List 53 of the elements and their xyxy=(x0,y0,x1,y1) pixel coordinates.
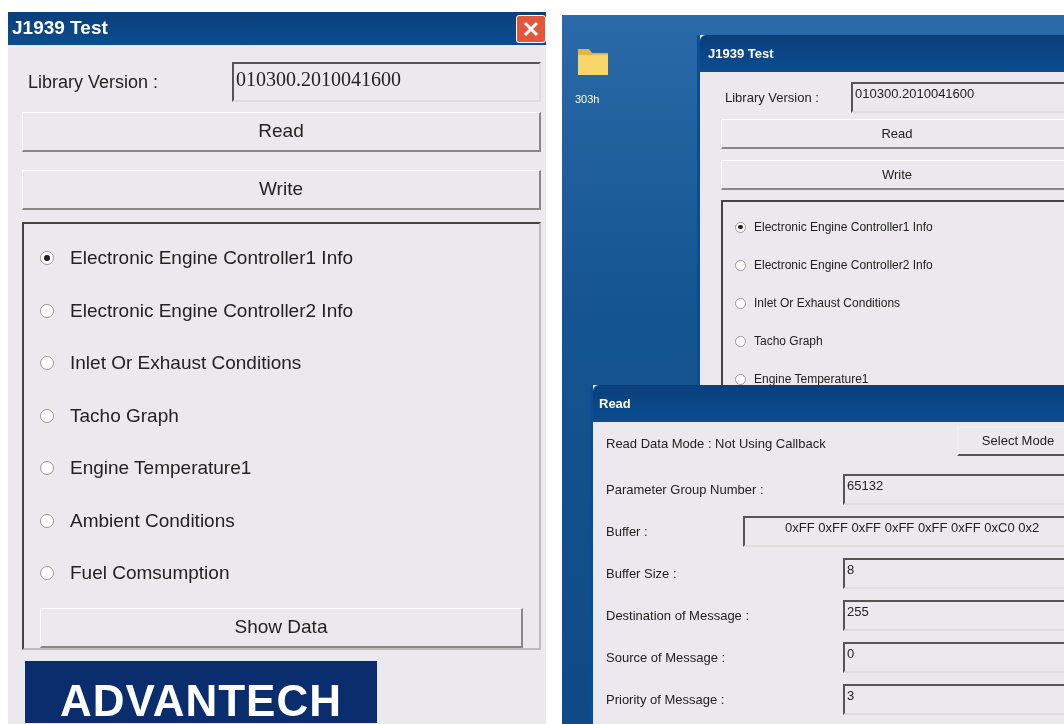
option-label: Electronic Engine Controller1 Info xyxy=(70,246,354,270)
window-title: Read xyxy=(599,394,631,413)
option-label: Engine Temperature1 xyxy=(70,456,252,480)
option-label: Ambient Conditions xyxy=(70,508,235,533)
input-field[interactable]: 0 xyxy=(843,642,1064,673)
radio-button[interactable] xyxy=(40,461,54,476)
radio-button[interactable] xyxy=(735,221,746,233)
radio-button[interactable] xyxy=(735,297,746,309)
field-label: Source of Message : xyxy=(606,648,727,667)
radio-button[interactable] xyxy=(40,566,54,581)
radio-button[interactable] xyxy=(40,251,54,266)
field-label: Library Version : xyxy=(27,70,160,94)
close-icon[interactable] xyxy=(516,14,546,43)
field-label: Buffer : xyxy=(606,522,649,541)
window-title: J1939 Test xyxy=(12,16,108,41)
select-mode-button[interactable]: Select Mode xyxy=(957,426,1064,456)
radio-button[interactable] xyxy=(40,408,54,423)
option-label: Tacho Graph xyxy=(70,403,179,428)
option-label: Inlet Or Exhaust Conditions xyxy=(754,295,901,312)
option-label: Electronic Engine Controller2 Info xyxy=(754,257,933,274)
show-data-button[interactable]: Show Data xyxy=(40,607,523,648)
mode-text: Read Data Mode : Not Using Callback xyxy=(606,435,826,453)
input-field[interactable]: 0xFF 0xFF 0xFF 0xFF 0xFF 0xFF 0xC0 0x2 xyxy=(743,516,1064,547)
window-title: J1939 Test xyxy=(708,44,774,63)
option-label: Tacho Graph xyxy=(754,333,823,350)
option-label: Engine Temperature1 xyxy=(754,371,869,388)
option-label: Electronic Engine Controller2 Info xyxy=(70,298,354,323)
field-label: Library Version : xyxy=(724,88,820,107)
input-field[interactable]: 255 xyxy=(843,600,1064,631)
radio-button[interactable] xyxy=(735,335,746,347)
write-button[interactable]: Write xyxy=(22,170,541,210)
field-label: Buffer Size : xyxy=(606,564,678,583)
radio-button[interactable] xyxy=(40,303,54,318)
version-field: 010300.2010041600 xyxy=(232,62,541,102)
radio-button[interactable] xyxy=(40,356,54,371)
option-label: Fuel Comsumption xyxy=(70,561,230,585)
version-field: 010300.2010041600 xyxy=(851,82,1064,113)
folder-label[interactable]: 303h xyxy=(575,91,600,108)
read-button[interactable]: Read xyxy=(22,112,541,152)
input-field[interactable]: 8 xyxy=(843,558,1064,589)
option-label: Electronic Engine Controller1 Info xyxy=(754,219,933,236)
input-field[interactable]: 65132 xyxy=(843,474,1064,505)
write-button[interactable]: Write xyxy=(721,160,1064,190)
logo: ADVANTECH xyxy=(25,661,377,723)
field-label: Parameter Group Number : xyxy=(606,480,765,499)
option-label: Inlet Or Exhaust Conditions xyxy=(70,351,302,375)
input-field[interactable]: 3 xyxy=(843,684,1064,715)
radio-button[interactable] xyxy=(735,259,746,271)
read-button[interactable]: Read xyxy=(721,119,1064,149)
radio-button[interactable] xyxy=(40,513,54,528)
radio-button[interactable] xyxy=(735,373,746,385)
field-label: Priority of Message : xyxy=(606,690,726,709)
field-label: Destination of Message : xyxy=(606,606,751,625)
